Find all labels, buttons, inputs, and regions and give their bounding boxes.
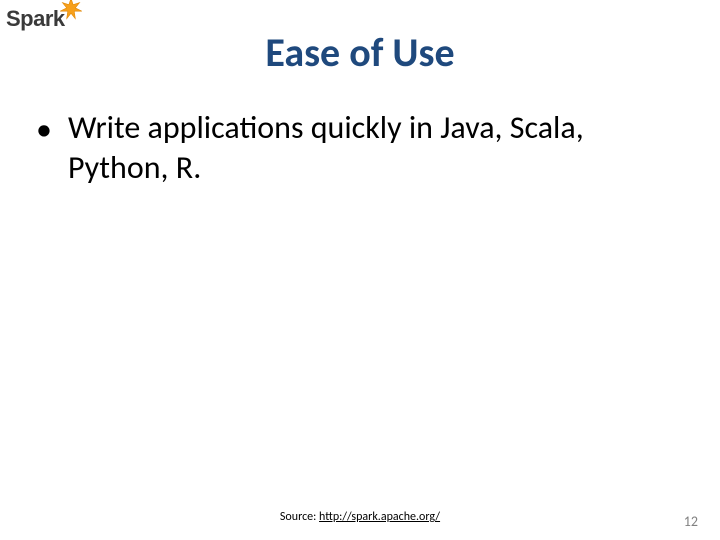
slide: Spark Ease of Use • Write applications q… [0, 0, 720, 540]
star-icon [58, 0, 84, 22]
bullet-dot-icon: • [36, 110, 52, 150]
source-link[interactable]: http://spark.apache.org/ [319, 510, 440, 524]
slide-body: • Write applications quickly in Java, Sc… [36, 108, 684, 188]
slide-title: Ease of Use [0, 28, 720, 77]
source-label: Source: [280, 510, 319, 524]
page-number: 12 [684, 513, 698, 530]
source-citation: Source: http://spark.apache.org/ [0, 510, 720, 524]
bullet-text: Write applications quickly in Java, Scal… [68, 108, 684, 188]
bullet-item: • Write applications quickly in Java, Sc… [36, 108, 684, 188]
